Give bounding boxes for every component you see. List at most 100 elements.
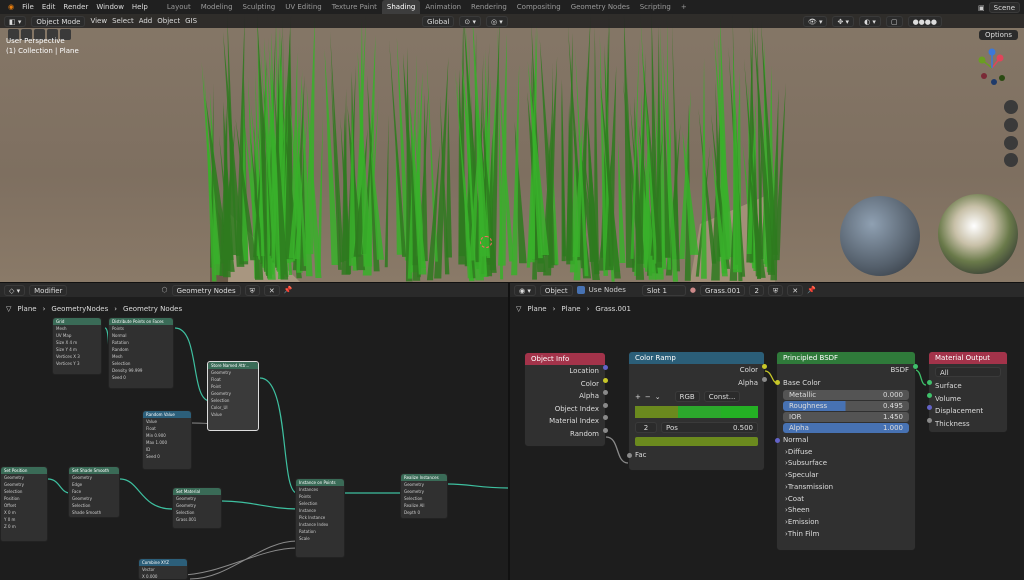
- area-divider[interactable]: [0, 282, 1024, 283]
- principled-bsdf-node[interactable]: Principled BSDF BSDF Base Color Metallic…: [775, 351, 918, 551]
- color-ramp-node[interactable]: Color Ramp Color Alpha + − ⌄ RGB Const..…: [627, 351, 767, 471]
- socket-icon[interactable]: [927, 392, 932, 398]
- gis-menu[interactable]: GIS: [185, 17, 197, 25]
- geo-node-random-value[interactable]: Random Value Value Float Min 0.900 Max 1.000…: [142, 410, 192, 470]
- output-target-dropdown[interactable]: All: [935, 367, 1001, 377]
- socket-icon[interactable]: [927, 405, 932, 410]
- ramp-gradient[interactable]: [635, 406, 758, 418]
- bsdf-panel-sheen[interactable]: › Sheen: [777, 505, 915, 517]
- ramp-stop-index[interactable]: 2: [635, 422, 657, 433]
- menu-edit[interactable]: Edit: [38, 3, 60, 11]
- ramp-menu-icon[interactable]: ⌄: [655, 393, 661, 401]
- geo-node-socket: Mesh: [56, 326, 67, 331]
- tab-uv-editing[interactable]: UV Editing: [280, 0, 327, 14]
- geo-node-set-shade-smooth[interactable]: Set Shade Smooth Geometry Edge Face Geometry…: [68, 466, 120, 518]
- geo-node-store-named-attr-[interactable]: Store Named Attr... Geometry Float Point Geo…: [207, 361, 259, 431]
- orientation-dropdown[interactable]: Global: [422, 15, 455, 27]
- shader-editor[interactable]: ◉ ▾ Object Use Nodes Slot 1 ● Grass.001 …: [510, 283, 1024, 580]
- geo-node-grid[interactable]: Grid Mesh UV Map Size X 4 m Size Y 4 m Vertic…: [52, 317, 102, 375]
- bsdf-field-alpha[interactable]: Alpha 1.000: [783, 423, 909, 433]
- visibility-icon[interactable]: 👁 ▾: [802, 15, 828, 27]
- geo-node-socket: Random: [112, 347, 129, 352]
- socket-icon[interactable]: [603, 402, 608, 408]
- socket-icon[interactable]: [603, 415, 608, 420]
- blender-logo-icon[interactable]: ◉: [4, 3, 18, 11]
- select-menu[interactable]: Select: [112, 17, 134, 25]
- menu-file[interactable]: File: [18, 3, 38, 11]
- overlay-icon[interactable]: ◐ ▾: [859, 15, 881, 27]
- snap-icon[interactable]: ⊙ ▾: [459, 15, 481, 27]
- pan-icon[interactable]: [1004, 118, 1018, 132]
- object-info-output: Location: [525, 365, 608, 378]
- geo-node-set-position[interactable]: Set Position Geometry Geometry Selection Pos…: [0, 466, 48, 542]
- options-button[interactable]: Options: [978, 30, 1018, 40]
- tab-scripting[interactable]: Scripting: [635, 0, 676, 14]
- zoom-icon[interactable]: [1004, 100, 1018, 114]
- editor-type-button[interactable]: ◧ ▾: [4, 15, 27, 27]
- material-output-input: Surface: [927, 380, 1007, 393]
- ortho-toggle-icon[interactable]: [1004, 153, 1018, 167]
- bsdf-panel-emission[interactable]: › Emission: [777, 517, 915, 529]
- tab-rendering[interactable]: Rendering: [466, 0, 512, 14]
- gizmo-toggle-icon[interactable]: ✥ ▾: [832, 15, 855, 27]
- tab-texture-paint[interactable]: Texture Paint: [327, 0, 382, 14]
- shading-mode-icon[interactable]: ●●●●: [907, 15, 942, 27]
- object-info-node[interactable]: Object Info Location Color Alpha Object Ind…: [524, 352, 608, 447]
- navigation-gizmo[interactable]: [972, 48, 1012, 88]
- bsdf-field-metallic[interactable]: Metallic 0.000: [783, 390, 909, 400]
- geometry-node-editor[interactable]: ◇ ▾ Modifier ⬡ Geometry Nodes ⛨ ✕ 📌 ▽ Pl…: [0, 283, 508, 580]
- ramp-pos-field[interactable]: Pos 0.500: [661, 422, 758, 433]
- bsdf-panel-subsurface[interactable]: › Subsurface: [777, 458, 915, 470]
- socket-icon[interactable]: [603, 390, 608, 395]
- object-mode-dropdown[interactable]: Object Mode: [31, 15, 86, 27]
- tab--[interactable]: +: [676, 0, 692, 14]
- socket-icon[interactable]: [603, 377, 608, 383]
- socket-icon[interactable]: [927, 417, 932, 423]
- tab-shading[interactable]: Shading: [381, 0, 421, 14]
- bsdf-panel-coat[interactable]: › Coat: [777, 494, 915, 506]
- tab-sculpting[interactable]: Sculpting: [238, 0, 281, 14]
- bsdf-panel-transmission[interactable]: › Transmission: [777, 482, 915, 494]
- tab-layout[interactable]: Layout: [162, 0, 196, 14]
- tab-animation[interactable]: Animation: [420, 0, 466, 14]
- menu-window[interactable]: Window: [92, 3, 128, 11]
- add-menu[interactable]: Add: [139, 17, 153, 25]
- material-output-node[interactable]: Material Output All Surface Volume Displac…: [927, 351, 1008, 433]
- scene-field[interactable]: Scene: [988, 2, 1020, 13]
- geo-node-realize-instances[interactable]: Realize Instances Geometry Geometry Selecti…: [400, 473, 448, 519]
- xray-icon[interactable]: ▢: [885, 15, 903, 27]
- pane-divider[interactable]: [508, 283, 510, 580]
- object-menu[interactable]: Object: [157, 17, 180, 25]
- ramp-mode-dropdown[interactable]: RGB: [674, 391, 700, 402]
- view-menu[interactable]: View: [90, 17, 107, 25]
- scene-icon[interactable]: ▣: [978, 4, 985, 12]
- geo-node-set-material[interactable]: Set Material Geometry Geometry Selection Gra…: [172, 487, 222, 529]
- bsdf-base-color: Base Color: [775, 377, 915, 390]
- socket-icon[interactable]: [603, 427, 608, 433]
- socket-icon[interactable]: [603, 365, 608, 370]
- color-ramp-title: Color Ramp: [629, 352, 764, 364]
- menu-render[interactable]: Render: [59, 3, 92, 11]
- ramp-interp-dropdown[interactable]: Const...: [703, 391, 741, 402]
- geo-node-instance-on-points[interactable]: Instance on Points Instances Points Selecti…: [295, 478, 345, 558]
- 3d-cursor-icon[interactable]: [480, 236, 492, 248]
- geo-node-socket: Float: [146, 426, 156, 431]
- menu-help[interactable]: Help: [128, 3, 152, 11]
- bsdf-panel-specular[interactable]: › Specular: [777, 470, 915, 482]
- tab-geometry-nodes[interactable]: Geometry Nodes: [566, 0, 635, 14]
- ramp-stop-color[interactable]: [635, 437, 758, 446]
- bsdf-panel-thin-film[interactable]: › Thin Film: [777, 529, 915, 541]
- bsdf-panel-diffuse[interactable]: › Diffuse: [777, 447, 915, 459]
- tab-modeling[interactable]: Modeling: [196, 0, 238, 14]
- camera-icon[interactable]: [1004, 136, 1018, 150]
- bsdf-field-ior[interactable]: IOR 1.450: [783, 412, 909, 422]
- geo-node-distribute-points-on-faces[interactable]: Distribute Points on Faces Points Normal Ro…: [108, 317, 174, 389]
- tab-compositing[interactable]: Compositing: [512, 0, 566, 14]
- ramp-out-color: Color: [629, 364, 767, 377]
- add-stop-icon[interactable]: +: [635, 393, 641, 401]
- bsdf-field-roughness[interactable]: Roughness 0.495: [783, 401, 909, 411]
- proportional-icon[interactable]: ◎ ▾: [485, 15, 508, 27]
- remove-stop-icon[interactable]: −: [645, 393, 651, 401]
- socket-icon[interactable]: [927, 380, 932, 385]
- geo-node-combine-xyz[interactable]: Combine XYZ Vector X 0.000: [138, 558, 188, 580]
